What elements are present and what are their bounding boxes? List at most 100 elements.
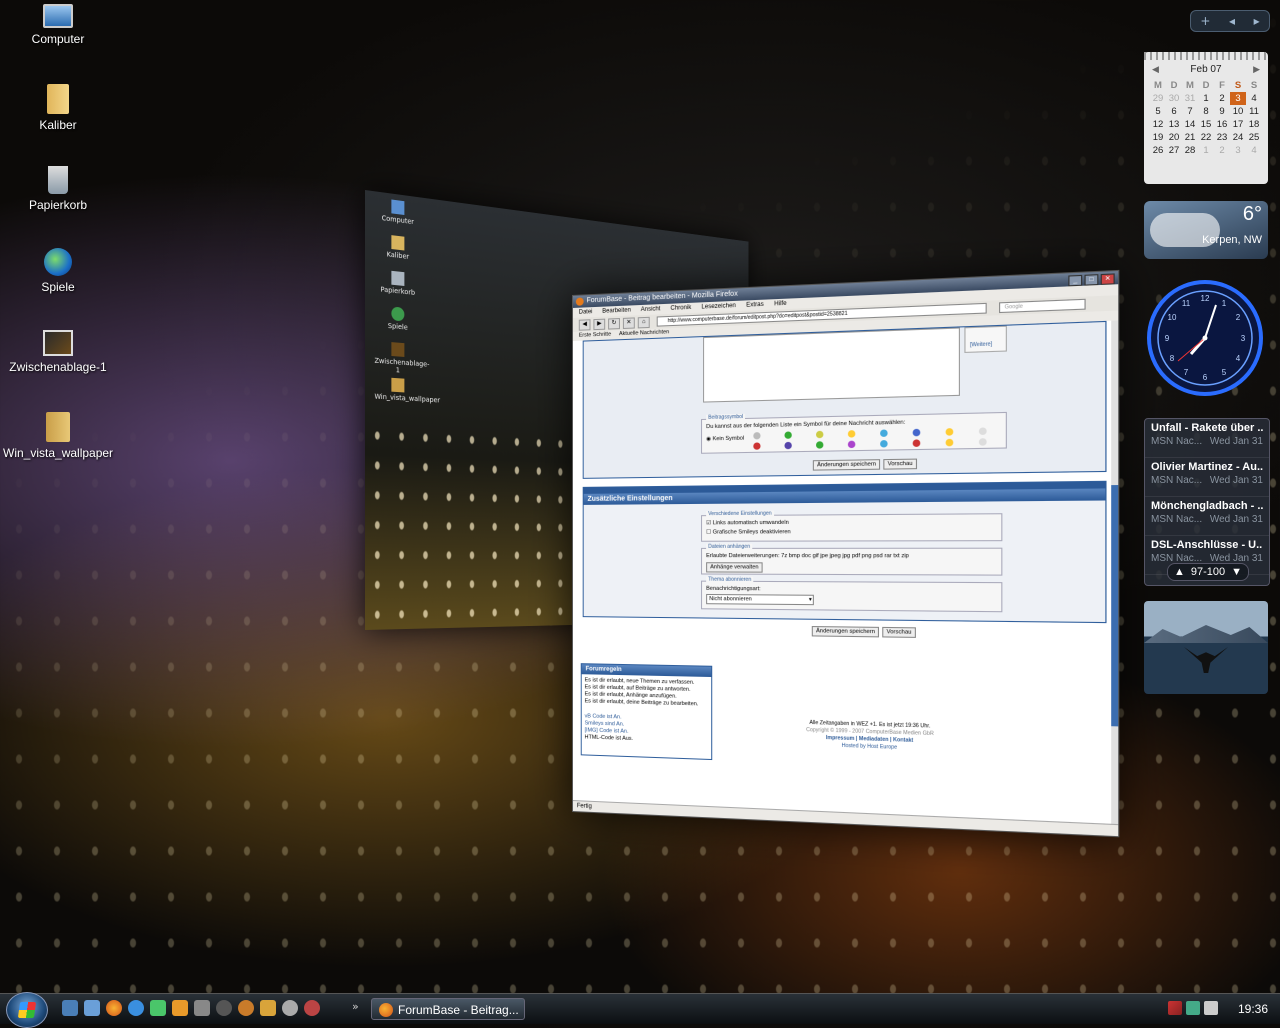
calendar-day[interactable]: 11 bbox=[1246, 105, 1262, 118]
menu-bearbeiten[interactable]: Bearbeiten bbox=[602, 305, 631, 316]
more-smileys-link[interactable]: [Weitere] bbox=[970, 341, 992, 348]
menu-ansicht[interactable]: Ansicht bbox=[641, 304, 661, 315]
desktop-icon-zwischenablage[interactable]: Zwischenablage-1 bbox=[3, 330, 113, 374]
security-alert-icon[interactable] bbox=[1168, 1001, 1182, 1015]
save-changes-button[interactable]: Änderungen speichern bbox=[813, 459, 881, 470]
smiley-icon[interactable] bbox=[816, 441, 823, 448]
calendar-day[interactable]: 17 bbox=[1230, 118, 1246, 131]
smiley-icon[interactable] bbox=[946, 428, 954, 436]
calendar-day[interactable]: 26 bbox=[1150, 144, 1166, 157]
messenger-icon[interactable] bbox=[150, 1000, 166, 1016]
switch-windows-icon[interactable] bbox=[84, 1000, 100, 1016]
pager-down-icon[interactable]: ▼ bbox=[1231, 564, 1242, 580]
calendar-day[interactable]: 29 bbox=[1150, 92, 1166, 105]
calendar-day[interactable]: 14 bbox=[1182, 118, 1198, 131]
calendar-day[interactable]: 5 bbox=[1150, 105, 1166, 118]
maximize-button[interactable]: □ bbox=[1084, 274, 1098, 286]
smiley-icon[interactable] bbox=[913, 439, 921, 447]
desktop-icon-kaliber[interactable]: Kaliber bbox=[3, 84, 113, 132]
calendar-day[interactable]: 30 bbox=[1166, 92, 1182, 105]
calendar-day[interactable]: 12 bbox=[1150, 118, 1166, 131]
calendar-day[interactable]: 9 bbox=[1214, 105, 1230, 118]
calendar-day[interactable]: 6 bbox=[1166, 105, 1182, 118]
previous-month-icon[interactable]: ◀ bbox=[1152, 64, 1159, 75]
slideshow-gadget[interactable] bbox=[1144, 601, 1268, 694]
calendar-day[interactable]: 16 bbox=[1214, 118, 1230, 131]
firefox-window[interactable]: ForumBase - Beitrag bearbeiten - Mozilla… bbox=[572, 270, 1119, 837]
calendar-day-today[interactable]: 3 bbox=[1230, 92, 1246, 105]
next-page-icon[interactable]: ▸ bbox=[1254, 14, 1260, 28]
menu-extras[interactable]: Extras bbox=[746, 300, 764, 311]
calendar-day[interactable]: 4 bbox=[1246, 92, 1262, 105]
smiley-icon[interactable] bbox=[784, 431, 791, 438]
desktop-icon-spiele[interactable]: Spiele bbox=[3, 248, 113, 294]
calendar-day[interactable]: 23 bbox=[1214, 131, 1230, 144]
taskbar-button-firefox[interactable]: ForumBase - Beitrag... bbox=[371, 998, 525, 1020]
preview-button[interactable]: Vorschau bbox=[883, 459, 917, 470]
smiley-icon[interactable] bbox=[753, 442, 760, 449]
calendar-day[interactable]: 22 bbox=[1198, 131, 1214, 144]
calendar-day[interactable]: 18 bbox=[1246, 118, 1262, 131]
smiley-icon[interactable] bbox=[816, 431, 823, 438]
forward-button[interactable]: ▶ bbox=[593, 318, 605, 330]
network-icon[interactable] bbox=[1186, 1001, 1200, 1015]
save-changes-button-2[interactable]: Änderungen speichern bbox=[812, 626, 880, 637]
desktop-icon-papierkorb[interactable]: Papierkorb bbox=[3, 166, 113, 212]
app-icon[interactable] bbox=[282, 1000, 298, 1016]
app-icon[interactable] bbox=[194, 1000, 210, 1016]
notification-select[interactable]: Nicht abonnieren ▾ bbox=[706, 594, 814, 605]
message-textarea[interactable] bbox=[703, 327, 960, 402]
weather-gadget[interactable]: 6° Kerpen, NW bbox=[1144, 201, 1268, 259]
smiley-icon[interactable] bbox=[946, 439, 954, 447]
scrollbar-thumb[interactable] bbox=[1111, 485, 1118, 726]
internet-explorer-icon[interactable] bbox=[128, 1000, 144, 1016]
calendar-day[interactable]: 4 bbox=[1246, 144, 1262, 157]
clock-time[interactable]: 19:36 bbox=[1238, 1002, 1268, 1016]
smiley-icon[interactable] bbox=[753, 432, 760, 439]
media-player-icon[interactable] bbox=[172, 1000, 188, 1016]
calendar-day[interactable]: 19 bbox=[1150, 131, 1166, 144]
clock-gadget[interactable]: 12 12 3 45 6 7 8 9 10 11 bbox=[1146, 279, 1264, 397]
app-icon[interactable] bbox=[304, 1000, 320, 1016]
home-button[interactable]: ⌂ bbox=[638, 316, 650, 328]
news-item[interactable]: Olivier Martinez - Au... MSN Nac... Wed J… bbox=[1145, 458, 1269, 497]
firefox-quicklaunch-icon[interactable] bbox=[106, 1000, 122, 1016]
quick-launch-overflow-icon[interactable]: » bbox=[352, 1000, 359, 1013]
no-symbol-radio[interactable]: ◉ Kein Symbol bbox=[706, 436, 744, 443]
menu-chronik[interactable]: Chronik bbox=[670, 303, 691, 314]
calendar-day[interactable]: 24 bbox=[1230, 131, 1246, 144]
menu-hilfe[interactable]: Hilfe bbox=[774, 299, 787, 310]
smiley-icon[interactable] bbox=[880, 440, 888, 448]
previous-page-icon[interactable]: ◂ bbox=[1229, 14, 1235, 28]
stop-button[interactable]: ✕ bbox=[623, 317, 635, 329]
calendar-day[interactable]: 2 bbox=[1214, 144, 1230, 157]
app-icon[interactable] bbox=[260, 1000, 276, 1016]
vertical-scrollbar[interactable] bbox=[1111, 320, 1118, 825]
disable-smileys-checkbox[interactable]: ☐ Grafische Smileys deaktivieren bbox=[706, 529, 791, 535]
calendar-day[interactable]: 8 bbox=[1198, 105, 1214, 118]
calendar-gadget[interactable]: ◀ Feb 07 ▶ M D M D F S S 29 30 31 1 2 3 … bbox=[1144, 52, 1268, 184]
manage-attachments-button[interactable]: Anhänge verwalten bbox=[706, 562, 763, 572]
calendar-day[interactable]: 1 bbox=[1198, 92, 1214, 105]
app-icon[interactable] bbox=[238, 1000, 254, 1016]
news-item[interactable]: Mönchengladbach - ... MSN Nac... Wed Jan … bbox=[1145, 497, 1269, 536]
menu-datei[interactable]: Datei bbox=[579, 307, 593, 318]
calendar-day[interactable]: 20 bbox=[1166, 131, 1182, 144]
calendar-day[interactable]: 15 bbox=[1198, 118, 1214, 131]
minimize-button[interactable]: _ bbox=[1068, 275, 1082, 287]
smiley-icon[interactable] bbox=[979, 438, 987, 446]
calendar-day[interactable]: 13 bbox=[1166, 118, 1182, 131]
smiley-icon[interactable] bbox=[848, 441, 855, 448]
volume-icon[interactable] bbox=[1204, 1001, 1218, 1015]
pager-up-icon[interactable]: ▲ bbox=[1174, 564, 1185, 580]
close-button[interactable]: ✕ bbox=[1101, 273, 1115, 285]
calendar-day[interactable]: 25 bbox=[1246, 131, 1262, 144]
search-input[interactable]: Google bbox=[999, 299, 1086, 313]
calendar-day[interactable]: 27 bbox=[1166, 144, 1182, 157]
smiley-icon[interactable] bbox=[913, 429, 921, 437]
calendar-day[interactable]: 28 bbox=[1182, 144, 1198, 157]
add-gadget-icon[interactable]: + bbox=[1200, 14, 1210, 28]
calendar-day[interactable]: 31 bbox=[1182, 92, 1198, 105]
steam-icon[interactable] bbox=[216, 1000, 232, 1016]
show-desktop-icon[interactable] bbox=[62, 1000, 78, 1016]
